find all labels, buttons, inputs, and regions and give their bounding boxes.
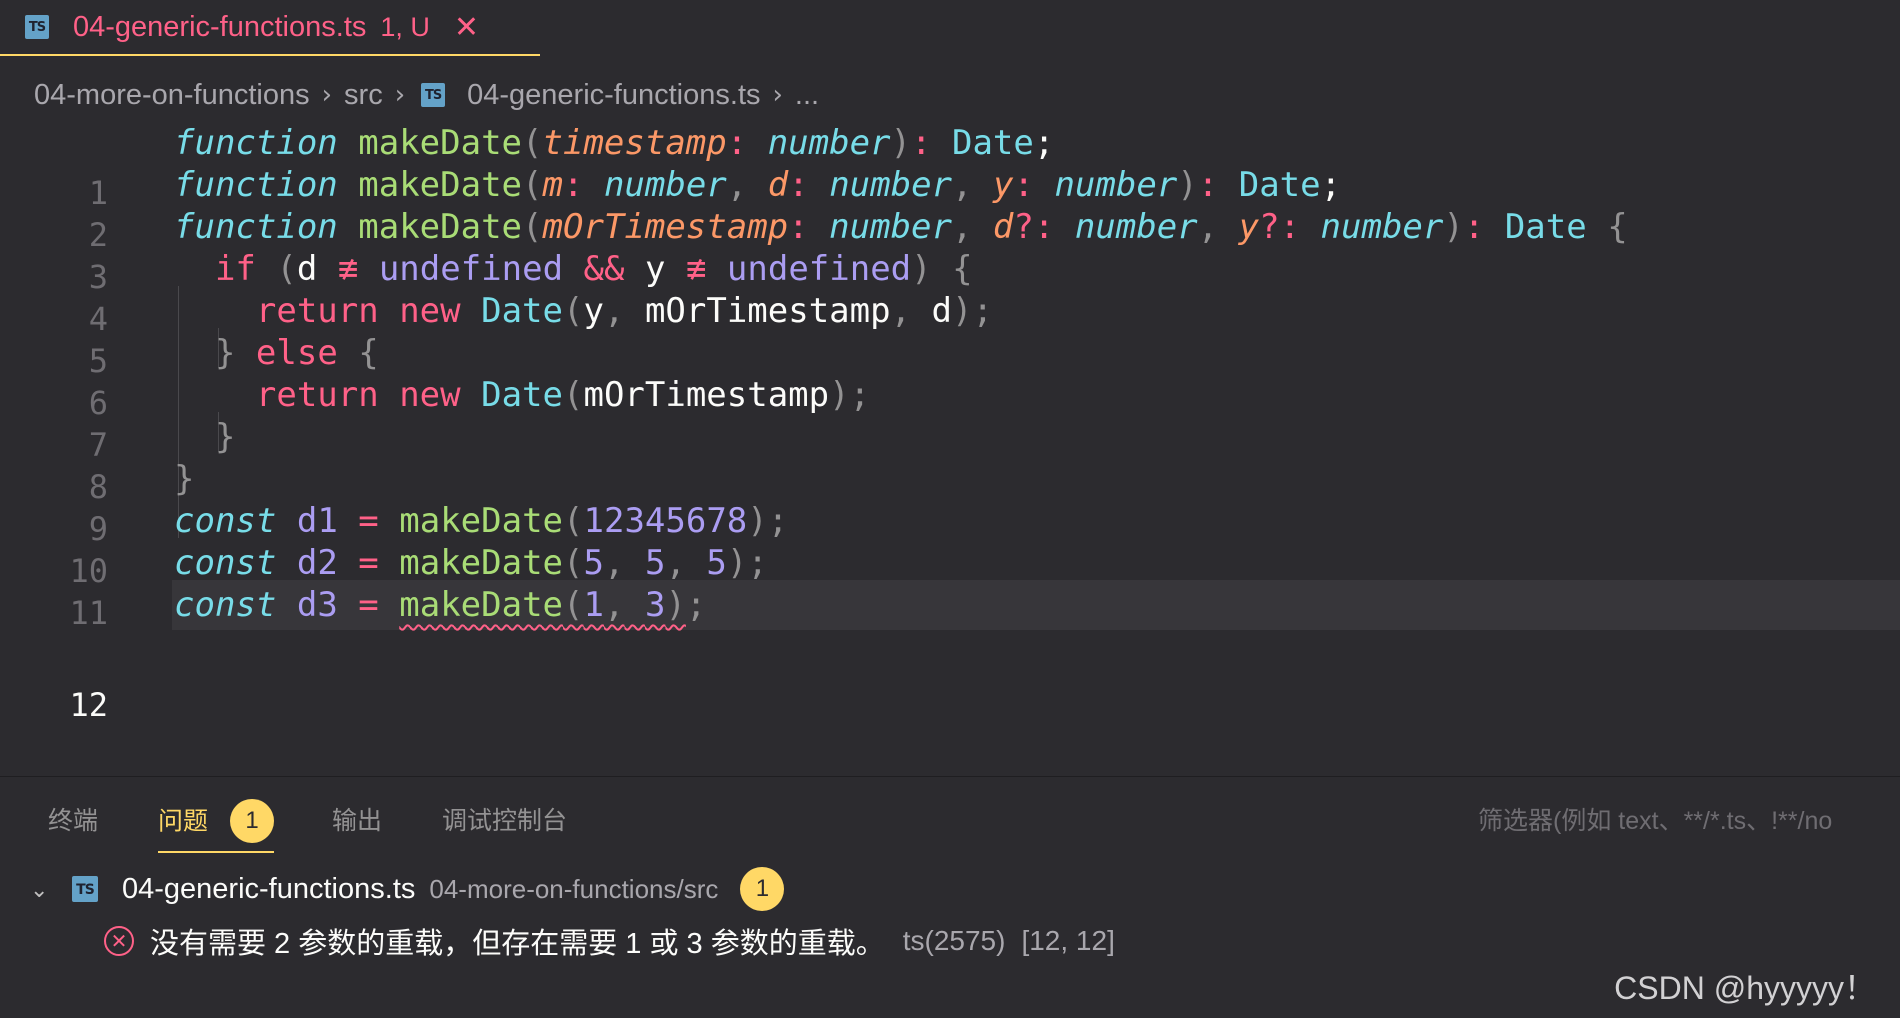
chevron-right-icon: › xyxy=(321,80,333,110)
tab-problems[interactable]: 问题 1 xyxy=(158,799,275,853)
error-squiggle[interactable]: makeDate(1, 3) xyxy=(399,585,686,625)
problem-item[interactable]: ✕ 没有需要 2 参数的重载，但存在需要 1 或 3 参数的重载。 ts(257… xyxy=(0,917,1900,965)
breadcrumb-more[interactable]: ... xyxy=(795,79,819,112)
code-line-content: const d3 = makeDate(1, 3); xyxy=(174,585,707,625)
code-editor[interactable]: 1 function makeDate(timestamp: number): … xyxy=(0,118,1900,728)
chevron-right-icon: › xyxy=(394,80,406,110)
tab-terminal[interactable]: 终端 xyxy=(48,801,98,851)
typescript-file-icon: TS xyxy=(25,15,49,39)
line-number-current: 12 xyxy=(69,686,108,724)
chevron-down-icon[interactable]: ⌄ xyxy=(30,878,52,903)
tab-filename: 04-generic-functions.ts xyxy=(73,10,367,43)
tab-problems-label: 问题 xyxy=(158,807,209,836)
problem-file-count-badge: 1 xyxy=(740,867,785,911)
code-line-current[interactable]: 12 const d3 = makeDate(1, 3); xyxy=(0,580,1900,724)
vscode-window: TS 04-generic-functions.ts 1, U ✕ 04-mor… xyxy=(0,0,1900,1018)
close-icon[interactable]: ✕ xyxy=(454,10,479,45)
typescript-file-icon: TS xyxy=(72,876,98,902)
editor-tab-active[interactable]: TS 04-generic-functions.ts 1, U ✕ xyxy=(0,0,540,56)
tab-debug-console[interactable]: 调试控制台 xyxy=(442,801,567,851)
problem-file-row[interactable]: ⌄ TS 04-generic-functions.ts 04-more-on-… xyxy=(0,865,1900,913)
tab-status-badge: 1, U xyxy=(380,11,430,42)
problems-filter-input[interactable]: 筛选器(例如 text、**/*.ts、!**/no xyxy=(1478,801,1832,837)
breadcrumb-file[interactable]: 04-generic-functions.ts xyxy=(467,79,760,112)
problem-file-path: 04-more-on-functions/src xyxy=(429,873,719,904)
watermark: CSDN @hyyyyy！ xyxy=(1614,970,1876,1006)
breadcrumb-folder[interactable]: 04-more-on-functions xyxy=(34,79,310,112)
problem-position: [12, 12] xyxy=(1021,925,1115,956)
problem-code: ts(2575) xyxy=(902,925,1006,956)
bottom-panel: 终端 问题 1 输出 调试控制台 筛选器(例如 text、**/*.ts、!**/… xyxy=(0,776,1900,1018)
error-icon: ✕ xyxy=(104,926,134,956)
editor-tab-bar: TS 04-generic-functions.ts 1, U ✕ xyxy=(0,0,1900,56)
problem-file-name: 04-generic-functions.ts xyxy=(122,872,416,905)
panel-tabs: 终端 问题 1 输出 调试控制台 筛选器(例如 text、**/*.ts、!**/… xyxy=(0,777,1900,863)
problem-message: 没有需要 2 参数的重载，但存在需要 1 或 3 参数的重载。 xyxy=(150,928,885,960)
tab-output[interactable]: 输出 xyxy=(332,801,382,851)
breadcrumb-src[interactable]: src xyxy=(344,79,383,112)
chevron-right-icon: › xyxy=(772,80,783,110)
typescript-file-icon: TS xyxy=(421,83,446,107)
breadcrumb: 04-more-on-functions › src › TS 04-gener… xyxy=(34,70,819,120)
problems-count-badge: 1 xyxy=(230,799,275,843)
